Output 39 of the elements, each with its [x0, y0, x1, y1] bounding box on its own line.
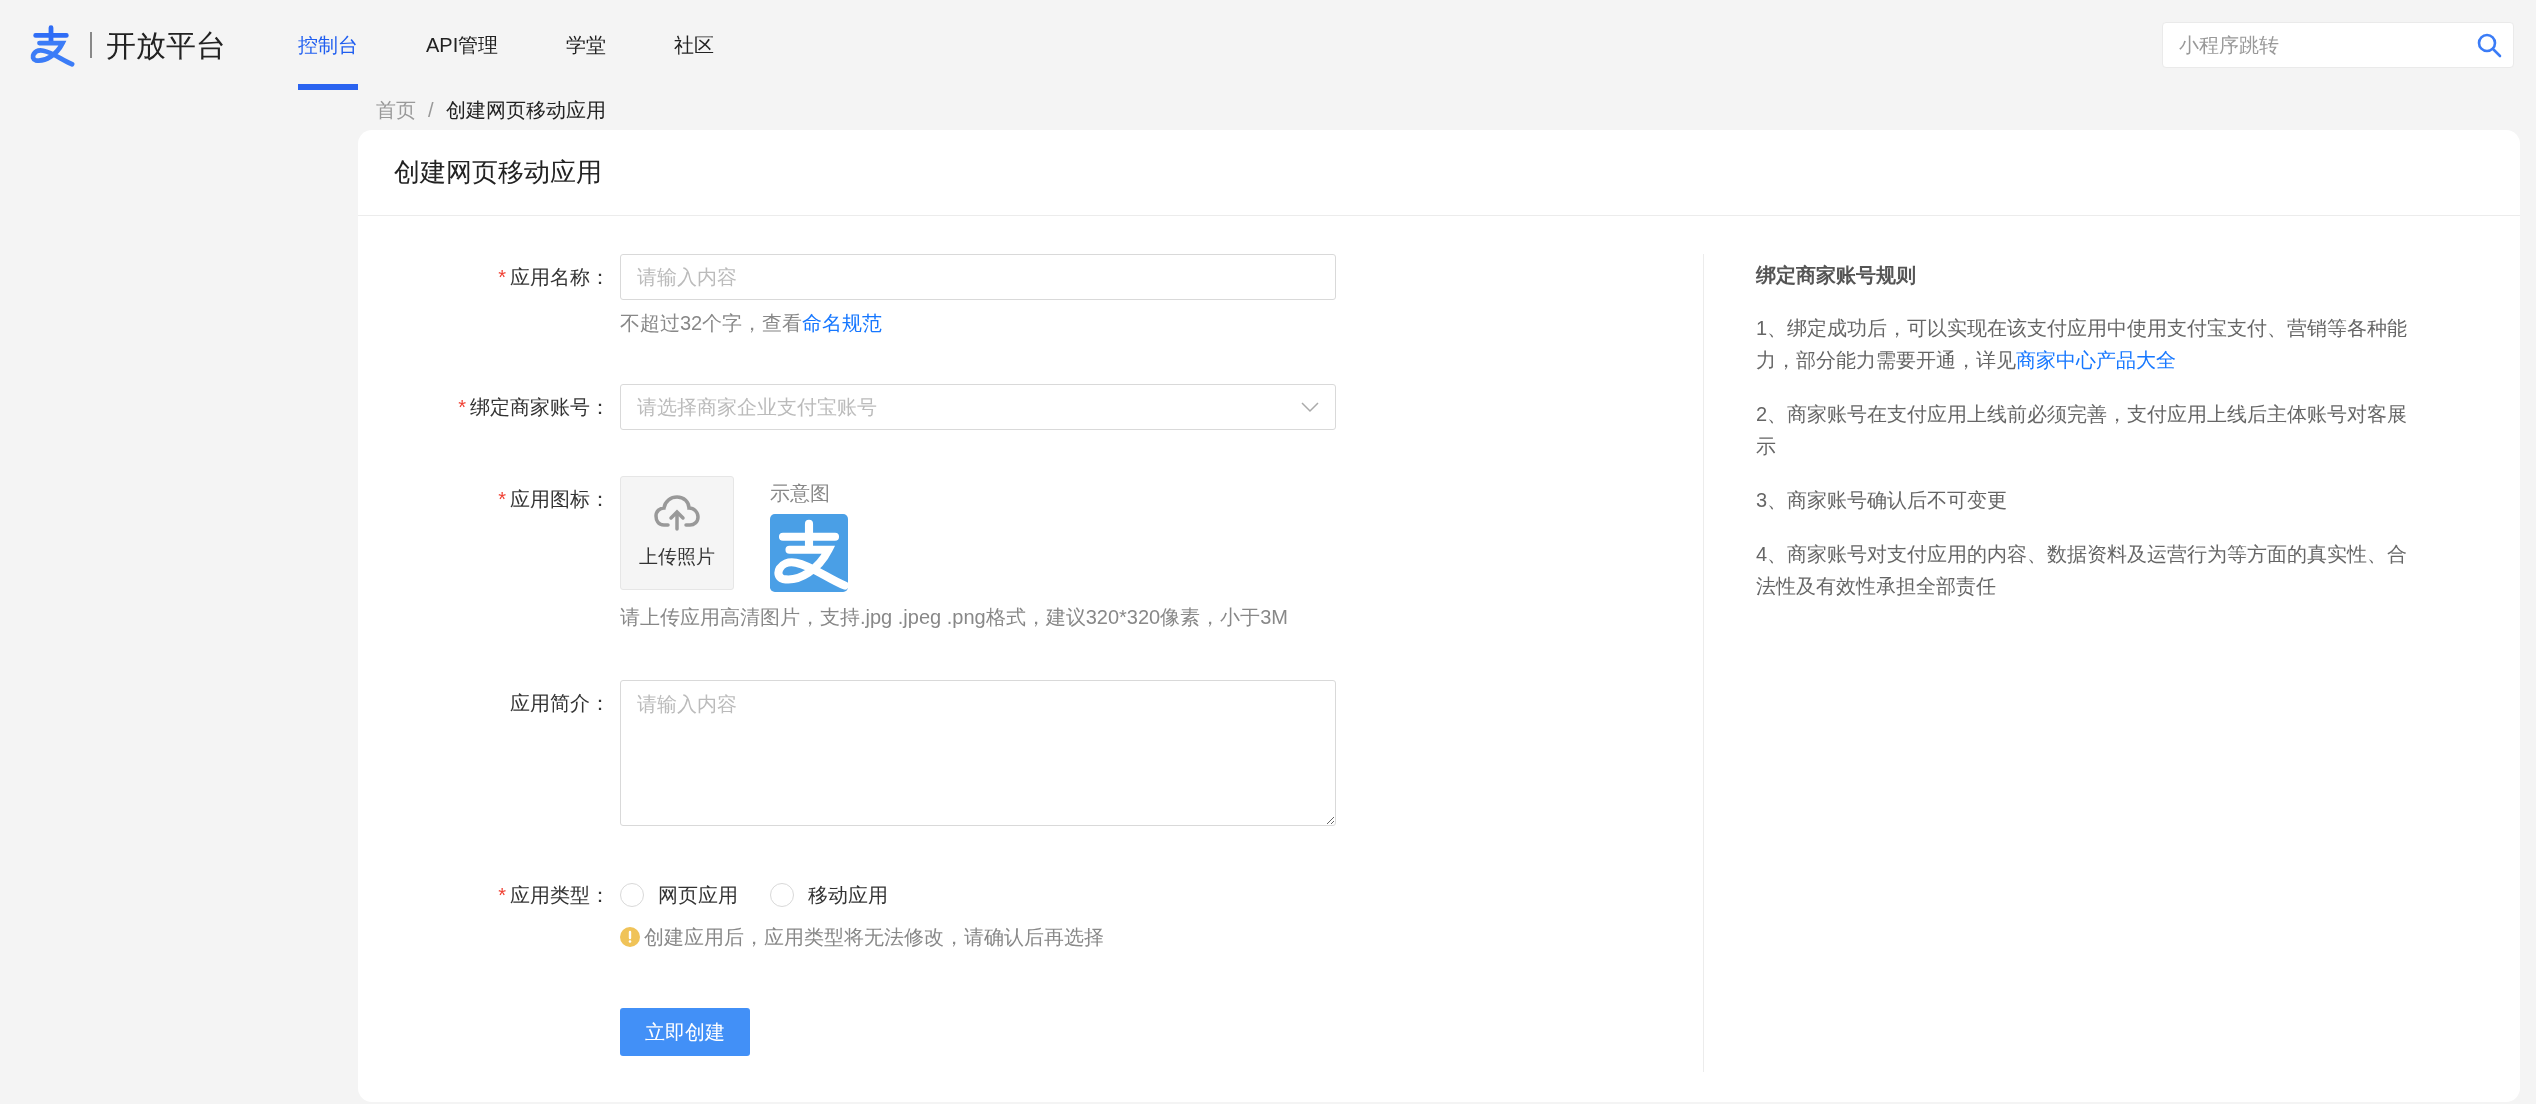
- field-label: 应用名称：: [510, 265, 610, 290]
- required-mark: *: [458, 395, 466, 420]
- rule-text: 4、商家账号对支付应用的内容、数据资料及运营行为等方面的真实性、合法性及有效性承担全部责任: [1756, 542, 2409, 599]
- nav-tab[interactable]: 社区: [674, 0, 715, 90]
- warning-icon: [620, 927, 640, 947]
- required-mark: *: [498, 487, 506, 512]
- hint-text: 请上传应用高清图片，支持.jpg .jpeg .png格式，建议320*320像素，小于3M: [620, 605, 1289, 630]
- naming-rules-link[interactable]: 命名规范: [802, 312, 883, 334]
- nav-tab[interactable]: 学堂: [566, 0, 607, 90]
- field-label: 应用类型：: [510, 883, 610, 908]
- textarea-field[interactable]: 请输入内容: [620, 680, 1336, 826]
- rules-title: 绑定商家账号规则: [1756, 263, 1917, 288]
- rule-text: 2、商家账号在支付应用上线前必须完善，支付应用上线后主体账号对客展示: [1756, 402, 2409, 459]
- rule-text: 3、商家账号确认后不可变更: [1756, 488, 2009, 513]
- breadcrumb-current: 创建网页移动应用: [445, 98, 606, 123]
- nav-tab[interactable]: 控制台: [298, 0, 358, 90]
- upload-button[interactable]: 上传照片: [620, 476, 734, 590]
- field-label: 绑定商家账号：: [470, 395, 610, 420]
- cloud-upload-icon: [654, 494, 700, 531]
- warning-text: 创建应用后，应用类型将无法修改，请确认后再选择: [644, 925, 1104, 950]
- search-icon[interactable]: [2476, 32, 2502, 58]
- radio-option[interactable]: 网页应用: [620, 880, 738, 910]
- hint-text: 不超过32个字，查看命名规范: [620, 311, 884, 336]
- required-mark: *: [498, 883, 506, 908]
- field-label: 应用简介：: [510, 691, 610, 716]
- sample-app-icon: [770, 514, 848, 592]
- chevron-down-icon: [1301, 401, 1319, 413]
- card-title: 创建网页移动应用: [394, 156, 602, 189]
- field-label: 应用图标：: [510, 487, 610, 512]
- breadcrumb-separator: /: [428, 98, 434, 123]
- rule-text: 1、绑定成功后，可以实现在该支付应用中使用支付宝支付、营销等各种能力，部分能力需要开通，详见商家中心产品大全: [1756, 316, 2409, 373]
- input-field[interactable]: 请输入内容: [620, 254, 1336, 300]
- product-list-link[interactable]: 商家中心产品大全: [2016, 349, 2176, 371]
- search-field[interactable]: 小程序跳转: [2162, 22, 2514, 68]
- radio-option[interactable]: 移动应用: [770, 880, 888, 910]
- sample-label: 示意图: [770, 481, 831, 506]
- brand-name: 开放平台: [106, 27, 226, 64]
- required-mark: *: [498, 265, 506, 290]
- nav-tab[interactable]: API管理: [426, 0, 499, 90]
